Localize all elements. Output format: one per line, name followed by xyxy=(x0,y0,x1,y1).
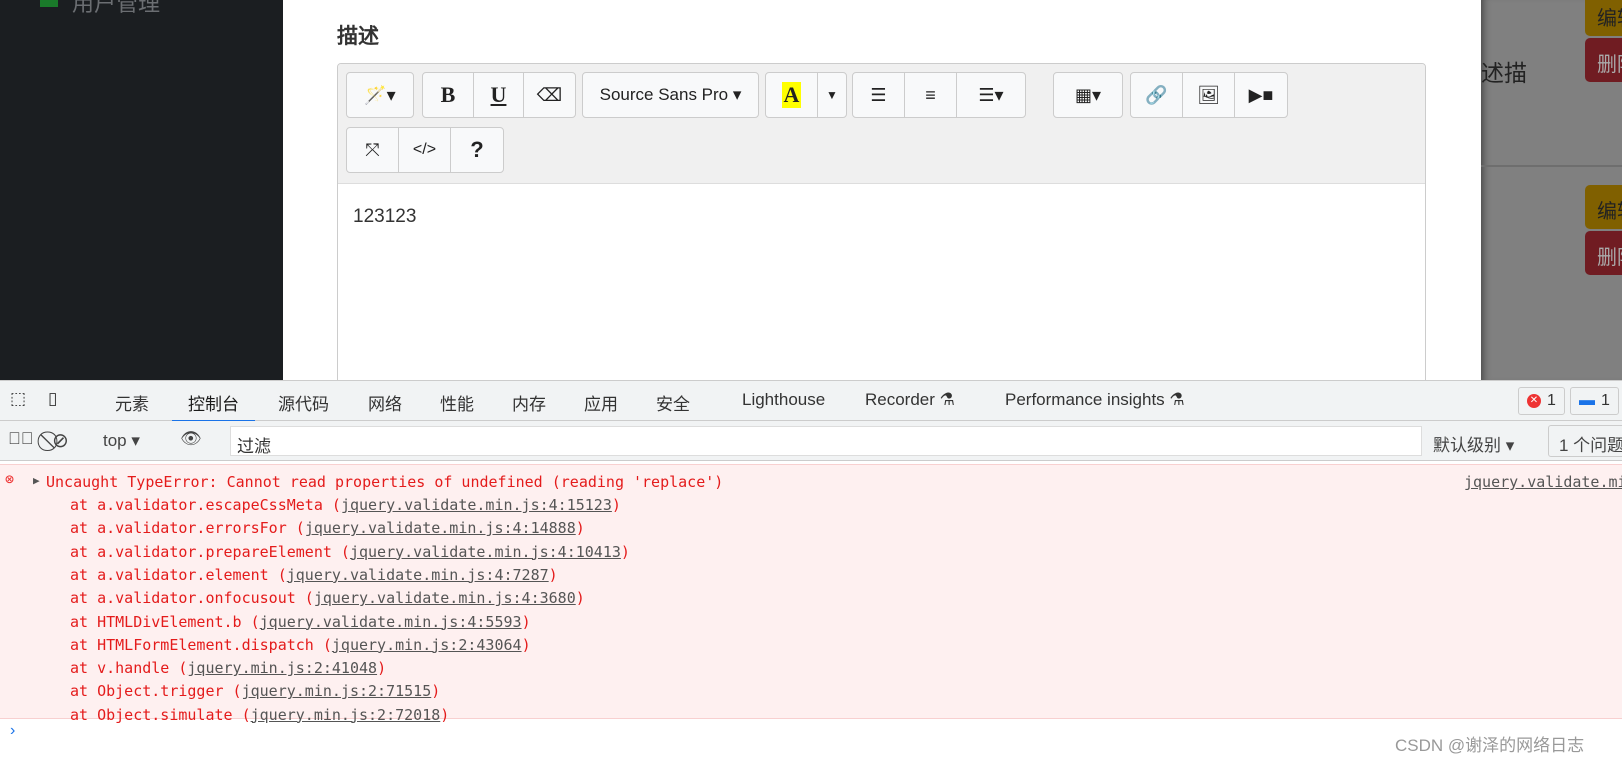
error-icon: ✕ xyxy=(1527,394,1541,408)
inspect-icon[interactable]: ⬚ xyxy=(10,389,26,409)
error-icon: ⊗ xyxy=(5,470,15,488)
ordered-list-icon: ≡ xyxy=(925,84,936,105)
editor-toolbar: 🪄▾ B U ⌫ Source Sans Pro ▾ A ▼ ☰ ≡ ☰▾ ▦▾… xyxy=(338,64,1425,184)
message-icon: ▬ xyxy=(1579,392,1595,409)
log-level-select[interactable]: 默认级别 ▾ xyxy=(1433,431,1514,456)
tab-memory[interactable]: 内存 xyxy=(512,390,546,415)
stack-link[interactable]: jquery.validate.min.js:4:10413 xyxy=(350,543,621,561)
video-icon: ▶■ xyxy=(1248,84,1274,105)
console-toolbar: ▶⃞ ⃠⊘ top ▾ 👁 过滤 默认级别 ▾ 1 个问题 xyxy=(0,421,1622,461)
expand-icon: ⤧ xyxy=(365,139,380,160)
issues-button[interactable]: 1 个问题 xyxy=(1548,425,1622,457)
filter-input[interactable]: 过滤 xyxy=(230,426,1422,456)
stack-link[interactable]: jquery.validate.min.js:4:5593 xyxy=(260,613,522,631)
sidebar: 用户管理 xyxy=(0,0,283,380)
highlight-button[interactable]: A xyxy=(766,73,818,117)
stack-link[interactable]: jquery.validate.min.js:4:15123 xyxy=(341,496,612,514)
error-source-link[interactable]: jquery.validate.min.js:4 xyxy=(1464,473,1622,491)
eye-icon[interactable]: 👁 xyxy=(180,429,202,449)
device-toggle-icon[interactable]: ▯ xyxy=(48,389,57,409)
divider xyxy=(1481,165,1622,167)
stack-frame: at v.handle (jquery.min.js:2:41048) xyxy=(70,659,387,678)
stack-frame: at a.validator.errorsFor (jquery.validat… xyxy=(70,519,585,538)
image-icon: 🖼 xyxy=(1197,84,1220,105)
field-label: 描述 xyxy=(337,25,379,48)
prompt-icon: › xyxy=(10,722,16,739)
stack-link[interactable]: jquery.validate.min.js:4:7287 xyxy=(287,566,549,584)
stack-link[interactable]: jquery.min.js:2:71515 xyxy=(242,682,432,700)
edit-button[interactable]: 编辑 xyxy=(1585,185,1622,229)
numbered-list-button[interactable]: ≡ xyxy=(905,73,957,117)
flask-icon: ⚗ xyxy=(1169,390,1185,409)
align-icon: ☰▾ xyxy=(978,84,1004,105)
stack-frame: at a.validator.escapeCssMeta (jquery.val… xyxy=(70,496,621,514)
fullscreen-button[interactable]: ⤧ xyxy=(347,128,399,172)
watermark: CSDN @谢泽的网络日志 xyxy=(1395,736,1585,755)
stack-link[interactable]: jquery.min.js:2:41048 xyxy=(187,659,377,677)
stack-frame: at HTMLFormElement.dispatch (jquery.min.… xyxy=(70,635,531,654)
eraser-button[interactable]: ⌫ xyxy=(524,73,575,117)
clear-console-icon[interactable]: ⃠⊘ xyxy=(52,428,69,453)
link-icon: 🔗 xyxy=(1145,84,1168,105)
table-icon: ▦▾ xyxy=(1074,84,1102,105)
magic-wand-icon: 🪄▾ xyxy=(364,84,396,105)
flask-icon: ⚗ xyxy=(939,390,955,409)
background-overlay: 述描 编辑 删除 编辑 删除 xyxy=(1481,0,1622,380)
edit-button[interactable]: 编辑 xyxy=(1585,0,1622,36)
stack-frame: at Object.trigger (jquery.min.js:2:71515… xyxy=(70,682,441,701)
code-view-button[interactable]: </> xyxy=(399,128,451,172)
rich-text-editor: 🪄▾ B U ⌫ Source Sans Pro ▾ A ▼ ☰ ≡ ☰▾ ▦▾… xyxy=(337,63,1426,393)
stack-frame: at a.validator.element (jquery.validate.… xyxy=(70,565,558,584)
context-select[interactable]: top ▾ xyxy=(103,431,140,451)
eraser-icon: ⌫ xyxy=(536,84,563,105)
devtools-tabbar: ⬚ ▯ 元素 控制台 源代码 网络 性能 内存 应用 安全 Lighthouse… xyxy=(0,380,1622,422)
menu-icon xyxy=(40,0,58,7)
stack-frame: at HTMLDivElement.b (jquery.validate.min… xyxy=(70,612,531,631)
tab-elements[interactable]: 元素 xyxy=(115,390,149,415)
align-dropdown[interactable]: ☰▾ xyxy=(957,73,1025,117)
message-count-badge[interactable]: ▬ 1 xyxy=(1570,387,1619,415)
tab-performance-insights[interactable]: Performance insights ⚗ xyxy=(1005,390,1185,410)
highlight-icon: A xyxy=(781,82,802,108)
sidebar-toggle-icon[interactable]: ▶⃞ xyxy=(8,429,34,449)
stack-link[interactable]: jquery.validate.min.js:4:14888 xyxy=(305,519,576,537)
stack-link[interactable]: jquery.min.js:2:72018 xyxy=(251,706,441,724)
font-family-dropdown[interactable]: Source Sans Pro ▾ xyxy=(583,73,758,117)
stack-link[interactable]: jquery.validate.min.js:4:3680 xyxy=(314,589,576,607)
tab-lighthouse[interactable]: Lighthouse xyxy=(742,390,825,410)
tab-network[interactable]: 网络 xyxy=(368,390,402,415)
delete-button[interactable]: 删除 xyxy=(1585,231,1622,275)
tab-security[interactable]: 安全 xyxy=(656,390,690,415)
stack-frame: at a.validator.onfocusout (jquery.valida… xyxy=(70,589,585,608)
tab-application[interactable]: 应用 xyxy=(584,390,618,415)
style-button[interactable]: 🪄▾ xyxy=(347,73,413,117)
bold-button[interactable]: B xyxy=(423,73,474,117)
error-message: Uncaught TypeError: Cannot read properti… xyxy=(46,473,724,491)
stack-link[interactable]: jquery.min.js:2:43064 xyxy=(332,636,522,654)
bullet-list-button[interactable]: ☰ xyxy=(853,73,905,117)
editor-content[interactable]: 123123 xyxy=(338,184,1425,250)
stack-frame: at Object.simulate (jquery.min.js:2:7201… xyxy=(70,705,450,724)
console-error: ⊗ ▶ Uncaught TypeError: Cannot read prop… xyxy=(0,464,1622,724)
row-description: 述描 xyxy=(1481,60,1527,86)
link-button[interactable]: 🔗 xyxy=(1131,73,1183,117)
underline-button[interactable]: U xyxy=(474,73,524,117)
expand-arrow-icon[interactable]: ▶ xyxy=(33,474,40,487)
table-button[interactable]: ▦▾ xyxy=(1054,73,1122,117)
tab-sources[interactable]: 源代码 xyxy=(278,390,329,415)
image-button[interactable]: 🖼 xyxy=(1183,73,1235,117)
list-icon: ☰ xyxy=(870,84,887,105)
tab-performance[interactable]: 性能 xyxy=(440,390,474,415)
help-button[interactable]: ? xyxy=(451,128,503,172)
video-button[interactable]: ▶■ xyxy=(1235,73,1287,117)
tab-recorder[interactable]: Recorder ⚗ xyxy=(865,390,955,410)
tab-console[interactable]: 控制台 xyxy=(172,390,255,422)
color-dropdown[interactable]: ▼ xyxy=(818,73,846,117)
error-count-badge[interactable]: ✕ 1 xyxy=(1518,387,1565,415)
sidebar-item-users[interactable]: 用户管理 xyxy=(40,0,160,18)
devtools: ⬚ ▯ 元素 控制台 源代码 网络 性能 内存 应用 安全 Lighthouse… xyxy=(0,380,1622,760)
delete-button[interactable]: 删除 xyxy=(1585,38,1622,82)
stack-frame: at a.validator.prepareElement (jquery.va… xyxy=(70,542,630,561)
